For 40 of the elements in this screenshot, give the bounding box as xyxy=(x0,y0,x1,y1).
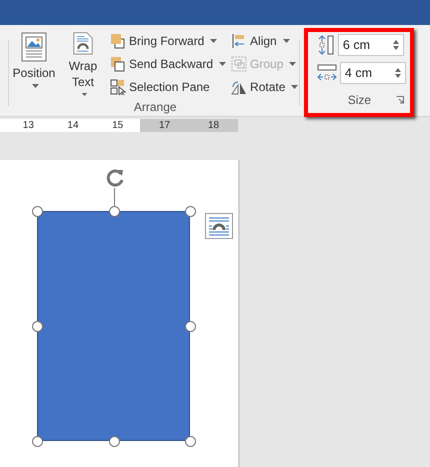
resize-handle[interactable] xyxy=(185,206,196,217)
align-button[interactable]: Align xyxy=(230,31,300,51)
resize-handle[interactable] xyxy=(185,436,196,447)
resize-handle[interactable] xyxy=(109,206,120,217)
backward-button[interactable]: Send Backward xyxy=(109,54,228,74)
resize-handle[interactable] xyxy=(32,436,43,447)
resize-handle[interactable] xyxy=(32,206,43,217)
spin-down-icon[interactable] xyxy=(394,74,401,78)
ruler-number: 14 xyxy=(67,119,79,132)
height-field[interactable]: 6 cm xyxy=(338,34,404,56)
dialog-launcher-icon[interactable] xyxy=(396,96,404,104)
layout-options-icon[interactable] xyxy=(205,213,233,239)
rotate-icon xyxy=(231,79,248,95)
spin-down-icon[interactable] xyxy=(392,46,399,50)
ruler-number: 15 xyxy=(112,119,124,132)
caret-icon xyxy=(81,92,88,96)
pane-button[interactable]: Selection Pane xyxy=(109,77,228,97)
shape-height-icon xyxy=(316,35,335,55)
rotate-button[interactable]: Rotate xyxy=(230,77,300,97)
resize-handle[interactable] xyxy=(185,321,196,332)
shape-width-icon xyxy=(316,64,337,82)
caret-icon xyxy=(32,84,39,88)
width-field[interactable]: 4 cm xyxy=(340,62,406,84)
group-label: Size xyxy=(348,93,372,107)
forward-button[interactable]: Bring Forward xyxy=(109,31,228,51)
position-button[interactable]: Position xyxy=(11,28,57,100)
bring-forward-icon xyxy=(110,33,126,49)
ruler-number: 18 xyxy=(208,119,220,132)
selection-pane-icon xyxy=(110,79,126,95)
ruler-number: 13 xyxy=(22,119,34,132)
spin-up-icon[interactable] xyxy=(392,40,399,44)
page-image-icon xyxy=(21,32,47,62)
group-icon xyxy=(231,56,248,72)
ruler-number: 17 xyxy=(158,119,170,132)
send-backward-icon xyxy=(110,56,126,72)
group-label: Arrange xyxy=(134,100,177,114)
resize-handle[interactable] xyxy=(109,436,120,447)
spin-up-icon[interactable] xyxy=(394,68,401,72)
resize-handle[interactable] xyxy=(32,321,43,332)
wrap-button[interactable]: Wrap Text xyxy=(60,28,106,100)
